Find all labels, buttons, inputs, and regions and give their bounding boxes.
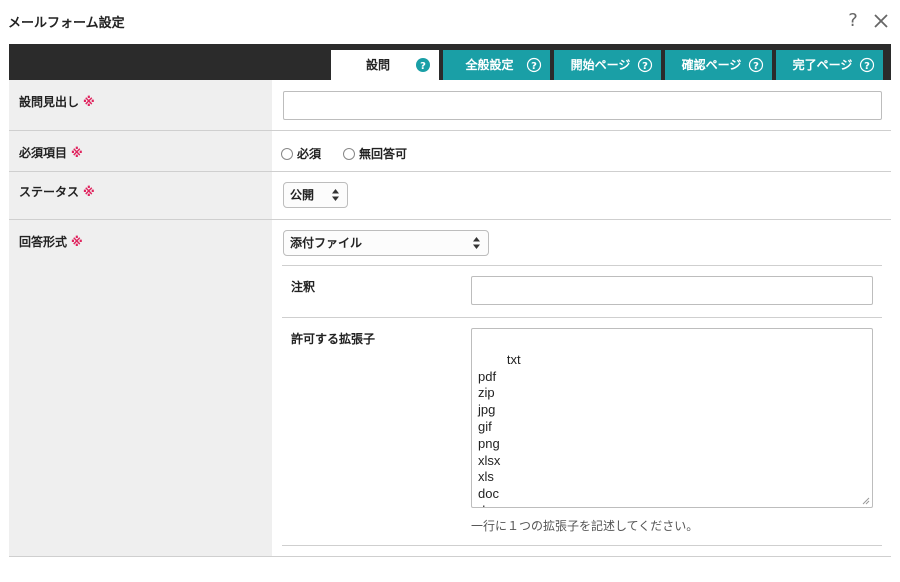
question-circle-icon[interactable]: ? — [526, 57, 542, 73]
answer-type-select[interactable]: 添付ファイル — [283, 230, 489, 256]
dialog-title: メールフォーム設定 — [8, 16, 125, 31]
question-circle-icon[interactable]: ? — [415, 57, 431, 73]
required-radio-group: 必須 無回答可 — [281, 145, 429, 162]
question-heading-input[interactable] — [283, 91, 882, 120]
svg-text:?: ? — [864, 61, 870, 72]
field-label: 必須項目 ※ — [19, 144, 83, 161]
svg-text:?: ? — [753, 61, 759, 72]
dialog-header: メールフォーム設定 ? — [0, 0, 900, 44]
tab-label: 完了ページ — [792, 58, 853, 72]
tab-complete-page[interactable]: 完了ページ ? — [776, 50, 883, 80]
note-label: 注釈 — [291, 280, 316, 294]
help-icon: ? — [848, 10, 858, 31]
extensions-hint: 一行に１つの拡張子を記述してください。 — [471, 519, 699, 533]
tab-general-settings[interactable]: 全般設定 ? — [443, 50, 550, 80]
textarea-value: txt pdf zip jpg gif png xlsx xls doc doc… — [478, 351, 521, 507]
radio-optional[interactable]: 無回答可 — [343, 145, 407, 162]
required-mark: ※ — [71, 235, 83, 249]
extensions-textarea[interactable]: txt pdf zip jpg gif png xlsx xls doc doc… — [471, 328, 873, 508]
tab-questions[interactable]: 設問 ? — [331, 50, 439, 80]
radio-label: 必須 — [297, 147, 322, 161]
question-circle-icon[interactable]: ? — [748, 57, 764, 73]
extensions-label: 許可する拡張子 — [291, 332, 376, 346]
subrow-note: 注釈 — [282, 265, 882, 317]
tab-label: 設問 — [365, 58, 390, 72]
tab-confirm-page[interactable]: 確認ページ ? — [665, 50, 772, 80]
select-value: 公開 — [290, 188, 315, 202]
svg-text:?: ? — [642, 61, 648, 72]
required-mark: ※ — [83, 95, 95, 109]
updown-arrows-icon — [473, 237, 480, 249]
field-label: 設問見出し ※ — [19, 93, 95, 110]
label-text: 回答形式 — [19, 235, 68, 249]
label-cell: 設問見出し ※ — [9, 80, 272, 130]
updown-arrows-icon — [332, 189, 339, 201]
note-input[interactable] — [471, 276, 873, 305]
tab-bar: 設問 ? 全般設定 ? 開始ページ ? 確認ページ ? 完了ページ ? — [9, 44, 891, 80]
radio-required[interactable]: 必須 — [281, 145, 321, 162]
tab-start-page[interactable]: 開始ページ ? — [554, 50, 661, 80]
question-circle-icon[interactable]: ? — [637, 57, 653, 73]
radio-circle[interactable] — [281, 147, 293, 160]
question-circle-icon[interactable]: ? — [859, 57, 875, 73]
field-label: 回答形式 ※ — [19, 233, 83, 250]
row-required: 必須項目 ※ 必須 無回答可 — [9, 131, 891, 172]
label-text: ステータス — [19, 185, 80, 199]
required-mark: ※ — [71, 146, 83, 160]
row-status: ステータス ※ 公開 — [9, 172, 891, 220]
radio-label: 無回答可 — [359, 147, 408, 161]
help-button[interactable]: ? — [844, 9, 862, 33]
radio-circle[interactable] — [343, 147, 356, 160]
tab-label: 全般設定 — [465, 58, 514, 72]
close-button[interactable] — [870, 9, 892, 33]
label-cell: 回答形式 ※ — [9, 220, 272, 556]
field-label: ステータス ※ — [19, 183, 95, 200]
label-text: 設問見出し — [19, 95, 80, 109]
label-cell: 必須項目 ※ — [9, 131, 272, 171]
label-text: 必須項目 — [19, 146, 68, 160]
resize-grip-icon[interactable] — [862, 497, 870, 505]
close-icon — [874, 14, 888, 28]
row-question-heading: 設問見出し ※ — [9, 80, 891, 131]
row-answer-type: 回答形式 ※ 添付ファイル 注釈 許可する拡張子 txt pdf zip jpg … — [9, 220, 891, 557]
status-select[interactable]: 公開 — [283, 182, 348, 208]
select-value: 添付ファイル — [290, 236, 363, 250]
tab-label: 開始ページ — [570, 58, 631, 72]
required-mark: ※ — [83, 185, 95, 199]
svg-text:?: ? — [531, 61, 537, 72]
svg-text:?: ? — [420, 61, 426, 72]
label-cell: ステータス ※ — [9, 172, 272, 219]
tab-label: 確認ページ — [681, 58, 742, 72]
subrow-extensions: 許可する拡張子 txt pdf zip jpg gif png xlsx xls… — [282, 317, 882, 546]
